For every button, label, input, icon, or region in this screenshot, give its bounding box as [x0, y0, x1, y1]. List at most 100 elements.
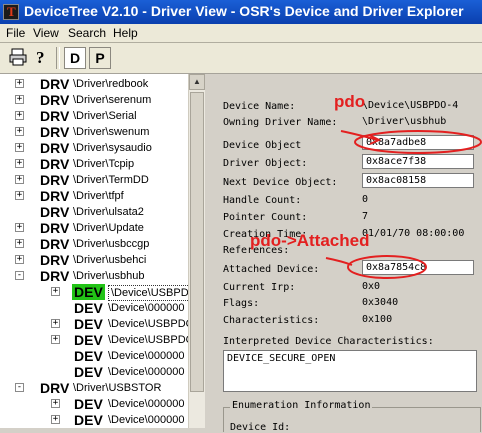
pnp-view-button[interactable]: P: [89, 47, 111, 69]
expand-plus-icon[interactable]: +: [51, 335, 60, 344]
tree-node-name: \Driver\swenum: [73, 126, 150, 138]
tree-node-name: \Driver\Serial: [73, 110, 137, 122]
menu-search[interactable]: Search: [68, 26, 106, 40]
tree-node-name: \Driver\usbccgp: [73, 238, 150, 250]
driver-badge: DRV: [40, 92, 70, 108]
scroll-up-icon[interactable]: ▲: [189, 74, 205, 90]
print-button[interactable]: [8, 47, 30, 69]
enumeration-title: Enumeration Information: [230, 400, 373, 411]
tree-node-name: \Driver\Tcpip: [73, 158, 135, 170]
driver-badge: DRV: [40, 252, 70, 268]
tree-node-name: \Driver\USBSTOR: [73, 382, 162, 394]
owning-driver-label: Owning Driver Name:: [223, 117, 338, 128]
driver-object-label: Driver Object:: [223, 158, 308, 169]
properties-pane: Device Name: \Device\USBPDO-4 Owning Dri…: [206, 74, 482, 433]
driver-badge: DRV: [40, 140, 70, 156]
device-badge: DEV: [74, 332, 103, 348]
driver-badge: DRV: [40, 172, 70, 188]
characteristics-value: 0x100: [362, 314, 393, 325]
scroll-thumb[interactable]: [190, 92, 204, 392]
annotation-pdo-attached: pdo->Attached: [250, 231, 370, 250]
expand-plus-icon[interactable]: +: [15, 111, 24, 120]
collapse-minus-icon[interactable]: -: [15, 271, 24, 280]
tree-scrollbar[interactable]: ▲: [188, 74, 205, 428]
next-device-value: 0x8ac08158: [362, 173, 474, 188]
menu-bar: File View Search Help: [0, 24, 482, 43]
flags-value: 0x3040: [362, 297, 399, 308]
tree-node-name: \Device\000000: [108, 350, 185, 362]
expand-plus-icon[interactable]: +: [15, 223, 24, 232]
printer-icon: [9, 48, 27, 66]
flags-label: Flags:: [223, 298, 260, 309]
device-badge: DEV: [74, 300, 103, 316]
expand-plus-icon[interactable]: +: [15, 175, 24, 184]
driver-badge: DRV: [40, 156, 70, 172]
tree-node-name: \Driver\sysaudio: [73, 142, 152, 154]
annotation-pdo: pdo: [334, 92, 366, 111]
driver-badge: DRV: [40, 220, 70, 236]
device-object-label: Device Object: [223, 140, 302, 151]
tree-node-name: \Driver\ulsata2: [73, 206, 144, 218]
handle-count-label: Handle Count:: [223, 195, 302, 206]
expand-plus-icon[interactable]: +: [51, 399, 60, 408]
attached-arrow: [325, 257, 353, 266]
expand-plus-icon[interactable]: +: [15, 255, 24, 264]
current-irp-label: Current Irp:: [223, 282, 296, 293]
device-tree[interactable]: + DRV \Driver\redbook + DRV \Driver\sere…: [0, 74, 206, 428]
next-device-label: Next Device Object:: [223, 177, 338, 188]
expand-plus-icon[interactable]: +: [51, 287, 60, 296]
menu-help[interactable]: Help: [113, 26, 138, 40]
toolbar: ? D P: [0, 43, 482, 74]
device-name-value: \Device\USBPDO-4: [362, 100, 459, 111]
expand-plus-icon[interactable]: +: [15, 159, 24, 168]
expand-plus-icon[interactable]: +: [15, 127, 24, 136]
svg-text:?: ?: [36, 48, 45, 67]
help-button[interactable]: ?: [31, 47, 53, 69]
driver-badge: DRV: [40, 124, 70, 140]
expand-plus-icon[interactable]: +: [15, 95, 24, 104]
owning-driver-value: \Driver\usbhub: [362, 116, 447, 127]
tree-node-name: \Driver\redbook: [73, 78, 149, 90]
expand-plus-icon[interactable]: +: [15, 191, 24, 200]
driver-view-button[interactable]: D: [64, 47, 86, 69]
handle-count-value: 0: [362, 194, 369, 205]
pointer-count-label: Pointer Count:: [223, 212, 308, 223]
tree-node-name: \Device\000000: [108, 302, 185, 314]
characteristics-label: Characteristics:: [223, 315, 320, 326]
driver-badge: DRV: [40, 236, 70, 252]
tree-node-name: \Driver\usbhub: [73, 270, 145, 282]
collapse-minus-icon[interactable]: -: [15, 383, 24, 392]
tree-node-name: \Device\USBPDO: [108, 334, 195, 346]
tree-node-name: \Driver\Update: [73, 222, 144, 234]
menu-file[interactable]: File: [6, 26, 25, 40]
menu-view[interactable]: View: [33, 26, 59, 40]
driver-badge: DRV: [40, 76, 70, 92]
tree-node-name: \Device\000000: [108, 414, 185, 426]
expand-plus-icon[interactable]: +: [15, 143, 24, 152]
device-badge: DEV: [74, 396, 103, 412]
expand-plus-icon[interactable]: +: [15, 79, 24, 88]
expand-plus-icon[interactable]: +: [51, 415, 60, 424]
references-value: [362, 243, 474, 258]
driver-object-value: 0x8ace7f38: [362, 154, 474, 169]
driver-badge: DRV: [40, 380, 70, 396]
tree-node-name: \Device\000000: [108, 366, 185, 378]
driver-badge: DRV: [40, 188, 70, 204]
expand-plus-icon[interactable]: +: [51, 319, 60, 328]
toolbar-separator: [56, 47, 60, 69]
title-bar: DeviceTree V2.10 - Driver View - OSR's D…: [0, 0, 482, 24]
tree-node-name: \Device\USBPDO: [108, 318, 195, 330]
driver-badge: DRV: [40, 268, 70, 284]
expand-plus-icon[interactable]: +: [15, 239, 24, 248]
tree-node-name: \Device\USBPDO: [108, 285, 201, 301]
tree-node-name: \Driver\tfpf: [73, 190, 124, 202]
tree-node-name: \Driver\TermDD: [73, 174, 149, 186]
interpreted-characteristics-box: DEVICE_SECURE_OPEN: [223, 350, 477, 392]
driver-badge: DRV: [40, 204, 70, 220]
current-irp-value: 0x0: [362, 281, 381, 292]
device-badge: DEV: [74, 348, 103, 364]
interpreted-characteristics-label: Interpreted Device Characteristics:: [223, 336, 434, 347]
tree-node-name: \Driver\serenum: [73, 94, 152, 106]
pointer-count-value: 7: [362, 211, 369, 222]
driver-badge: DRV: [40, 108, 70, 124]
